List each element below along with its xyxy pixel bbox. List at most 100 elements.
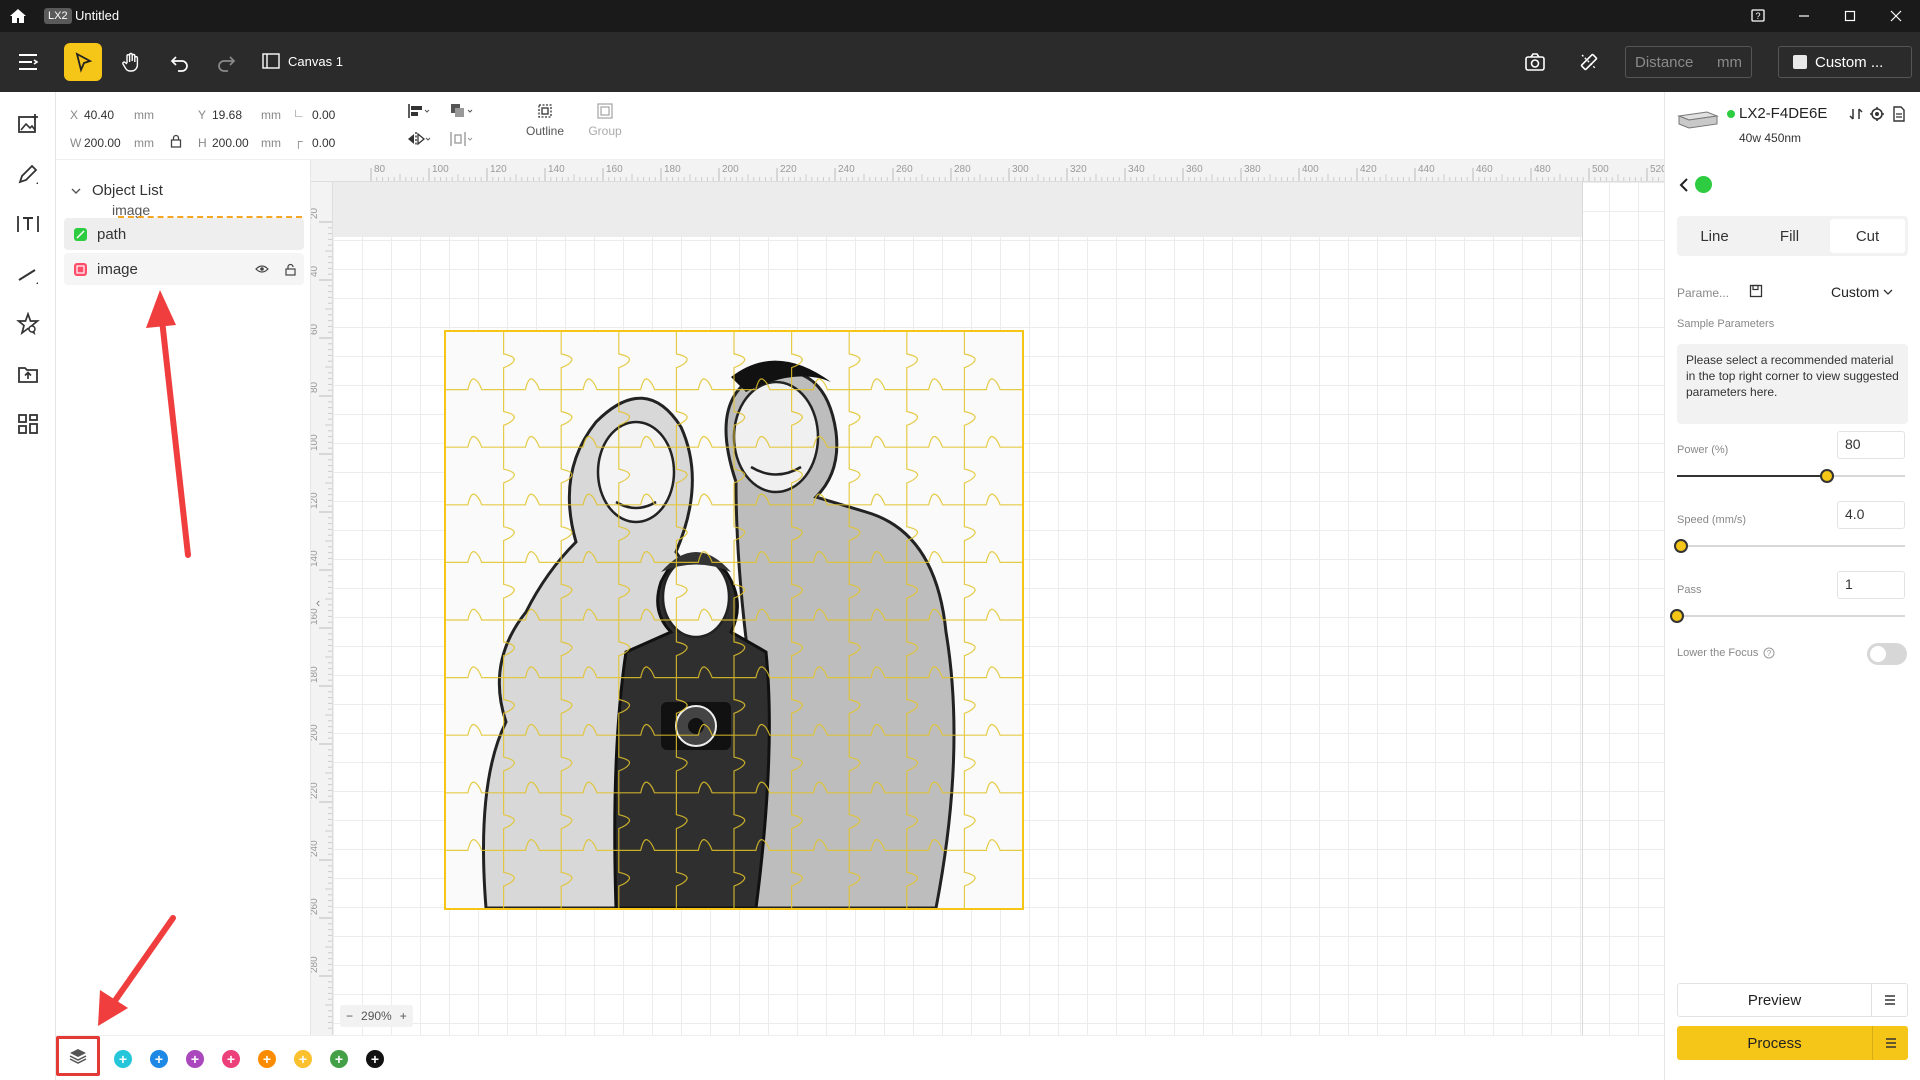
device-name[interactable]: LX2-F4DE6E xyxy=(1739,105,1827,122)
pass-slider[interactable] xyxy=(1670,609,1905,623)
hand-tool-icon[interactable] xyxy=(112,43,150,81)
help-circle-icon[interactable]: ? xyxy=(1763,647,1775,659)
close-button[interactable] xyxy=(1873,0,1919,32)
arrange-icon[interactable] xyxy=(448,102,474,120)
canvas-tab[interactable]: Canvas 1 xyxy=(262,53,343,69)
canvas-tab-label: Canvas 1 xyxy=(288,53,343,69)
chevron-down-icon xyxy=(71,188,81,194)
speed-slider[interactable] xyxy=(1674,539,1905,553)
main-toolbar: Canvas 1 Distance mm Custom ... xyxy=(0,32,1920,92)
power-slider-knob[interactable] xyxy=(1820,469,1835,483)
maximize-button[interactable] xyxy=(1827,0,1873,32)
power-slider[interactable] xyxy=(1677,469,1905,483)
add-layer-color-button[interactable]: + xyxy=(294,1050,312,1068)
h-input[interactable]: 200.00 xyxy=(212,136,249,150)
save-params-icon[interactable] xyxy=(1749,284,1763,298)
shape-tool-icon[interactable] xyxy=(14,310,42,338)
home-icon[interactable] xyxy=(8,6,28,26)
process-button[interactable]: Process xyxy=(1677,1026,1908,1060)
device-settings-icon[interactable] xyxy=(1869,106,1885,122)
ruler-label: 180 xyxy=(664,164,681,175)
x-input[interactable]: 40.40 xyxy=(84,108,114,122)
params-select[interactable]: Custom xyxy=(1831,284,1893,300)
lock-ratio-icon[interactable] xyxy=(170,134,182,148)
ruler-label: 80 xyxy=(311,381,320,393)
import-icon[interactable] xyxy=(14,360,42,388)
menu-icon[interactable] xyxy=(9,43,47,81)
ruler-label: 240 xyxy=(838,164,855,175)
power-input[interactable]: 80 xyxy=(1837,431,1905,459)
ruler-label: 60 xyxy=(311,323,320,335)
add-layer-color-button[interactable]: + xyxy=(114,1050,132,1068)
zoom-out-icon[interactable]: − xyxy=(346,1009,353,1023)
add-layer-color-button[interactable]: + xyxy=(330,1050,348,1068)
camera-icon[interactable] xyxy=(1516,43,1554,81)
material-swatch-icon xyxy=(1793,55,1807,69)
add-layer-color-button[interactable]: + xyxy=(186,1050,204,1068)
distribute-icon[interactable] xyxy=(448,130,474,148)
align-icon[interactable] xyxy=(406,102,432,120)
tab-fill[interactable]: Fill xyxy=(1752,216,1827,256)
help-icon[interactable]: ? xyxy=(1735,0,1781,32)
object-list-header[interactable]: Object List xyxy=(70,182,163,199)
y-input[interactable]: 19.68 xyxy=(212,108,242,122)
corner-radius-input[interactable]: 0.00 xyxy=(312,136,335,150)
line-tool-icon[interactable] xyxy=(14,260,42,288)
ruler-label: 220 xyxy=(780,164,797,175)
apps-icon[interactable] xyxy=(14,410,42,438)
undo-icon[interactable] xyxy=(160,43,198,81)
outline-button[interactable]: Outline xyxy=(522,102,568,138)
measure-icon[interactable] xyxy=(1570,43,1608,81)
object-item-path[interactable]: path xyxy=(64,218,304,250)
w-input[interactable]: 200.00 xyxy=(84,136,121,150)
power-slider-fill xyxy=(1677,475,1828,477)
add-layer-color-button[interactable]: + xyxy=(150,1050,168,1068)
preview-button[interactable]: Preview xyxy=(1677,983,1908,1017)
add-layer-color-button[interactable]: + xyxy=(258,1050,276,1068)
y-label: Y xyxy=(198,108,207,122)
ruler-label: 480 xyxy=(1534,164,1551,175)
pass-input[interactable]: 1 xyxy=(1837,571,1905,599)
add-layer-color-button[interactable]: + xyxy=(222,1050,240,1068)
material-preset-button[interactable]: Custom ... xyxy=(1778,46,1912,78)
object-item-image[interactable]: image xyxy=(64,253,304,285)
text-tool-icon[interactable] xyxy=(14,210,42,238)
pen-tool-icon[interactable] xyxy=(14,160,42,188)
eye-icon[interactable] xyxy=(255,264,269,274)
sort-icon[interactable] xyxy=(1849,107,1863,121)
back-arrow-icon[interactable] xyxy=(1677,177,1691,193)
speed-label: Speed (mm/s) xyxy=(1677,514,1747,526)
distance-input[interactable]: Distance mm xyxy=(1625,46,1752,78)
flip-icon[interactable] xyxy=(406,130,432,148)
redo-icon[interactable] xyxy=(208,43,246,81)
object-list-panel: Object List image path image xyxy=(56,160,311,1035)
ruler-label: 420 xyxy=(1360,164,1377,175)
minimize-button[interactable] xyxy=(1781,0,1827,32)
unlock-icon[interactable] xyxy=(285,263,296,276)
select-tool-button[interactable] xyxy=(64,43,102,81)
zoom-in-icon[interactable]: + xyxy=(400,1009,407,1023)
collapse-panel-icon[interactable]: ‹ xyxy=(311,588,325,616)
document-icon[interactable] xyxy=(1892,106,1906,122)
speed-input[interactable]: 4.0 xyxy=(1837,501,1905,529)
tab-cut[interactable]: Cut xyxy=(1830,219,1905,253)
window-title: Untitled xyxy=(75,8,120,23)
add-layer-color-button[interactable]: + xyxy=(366,1050,384,1068)
group-button[interactable]: Group xyxy=(582,102,628,138)
distance-placeholder: Distance xyxy=(1635,53,1694,71)
ruler-label: 220 xyxy=(311,782,320,799)
layer-bar: + + + + + + + + xyxy=(56,1035,1664,1080)
layers-button[interactable] xyxy=(56,1036,100,1076)
distance-unit: mm xyxy=(1717,53,1742,71)
preview-menu-icon[interactable] xyxy=(1871,984,1907,1016)
rotation-input[interactable]: 0.00 xyxy=(312,108,335,122)
zoom-control: − 290% + xyxy=(340,1005,413,1027)
tab-line[interactable]: Line xyxy=(1677,216,1752,256)
add-image-icon[interactable] xyxy=(14,110,42,138)
work-area-edge xyxy=(1582,182,1583,1035)
canvas-image[interactable] xyxy=(444,330,1024,910)
process-menu-icon[interactable] xyxy=(1872,1026,1908,1060)
speed-slider-knob[interactable] xyxy=(1674,539,1689,553)
pass-slider-knob[interactable] xyxy=(1670,609,1684,623)
lower-focus-toggle[interactable] xyxy=(1867,643,1907,665)
